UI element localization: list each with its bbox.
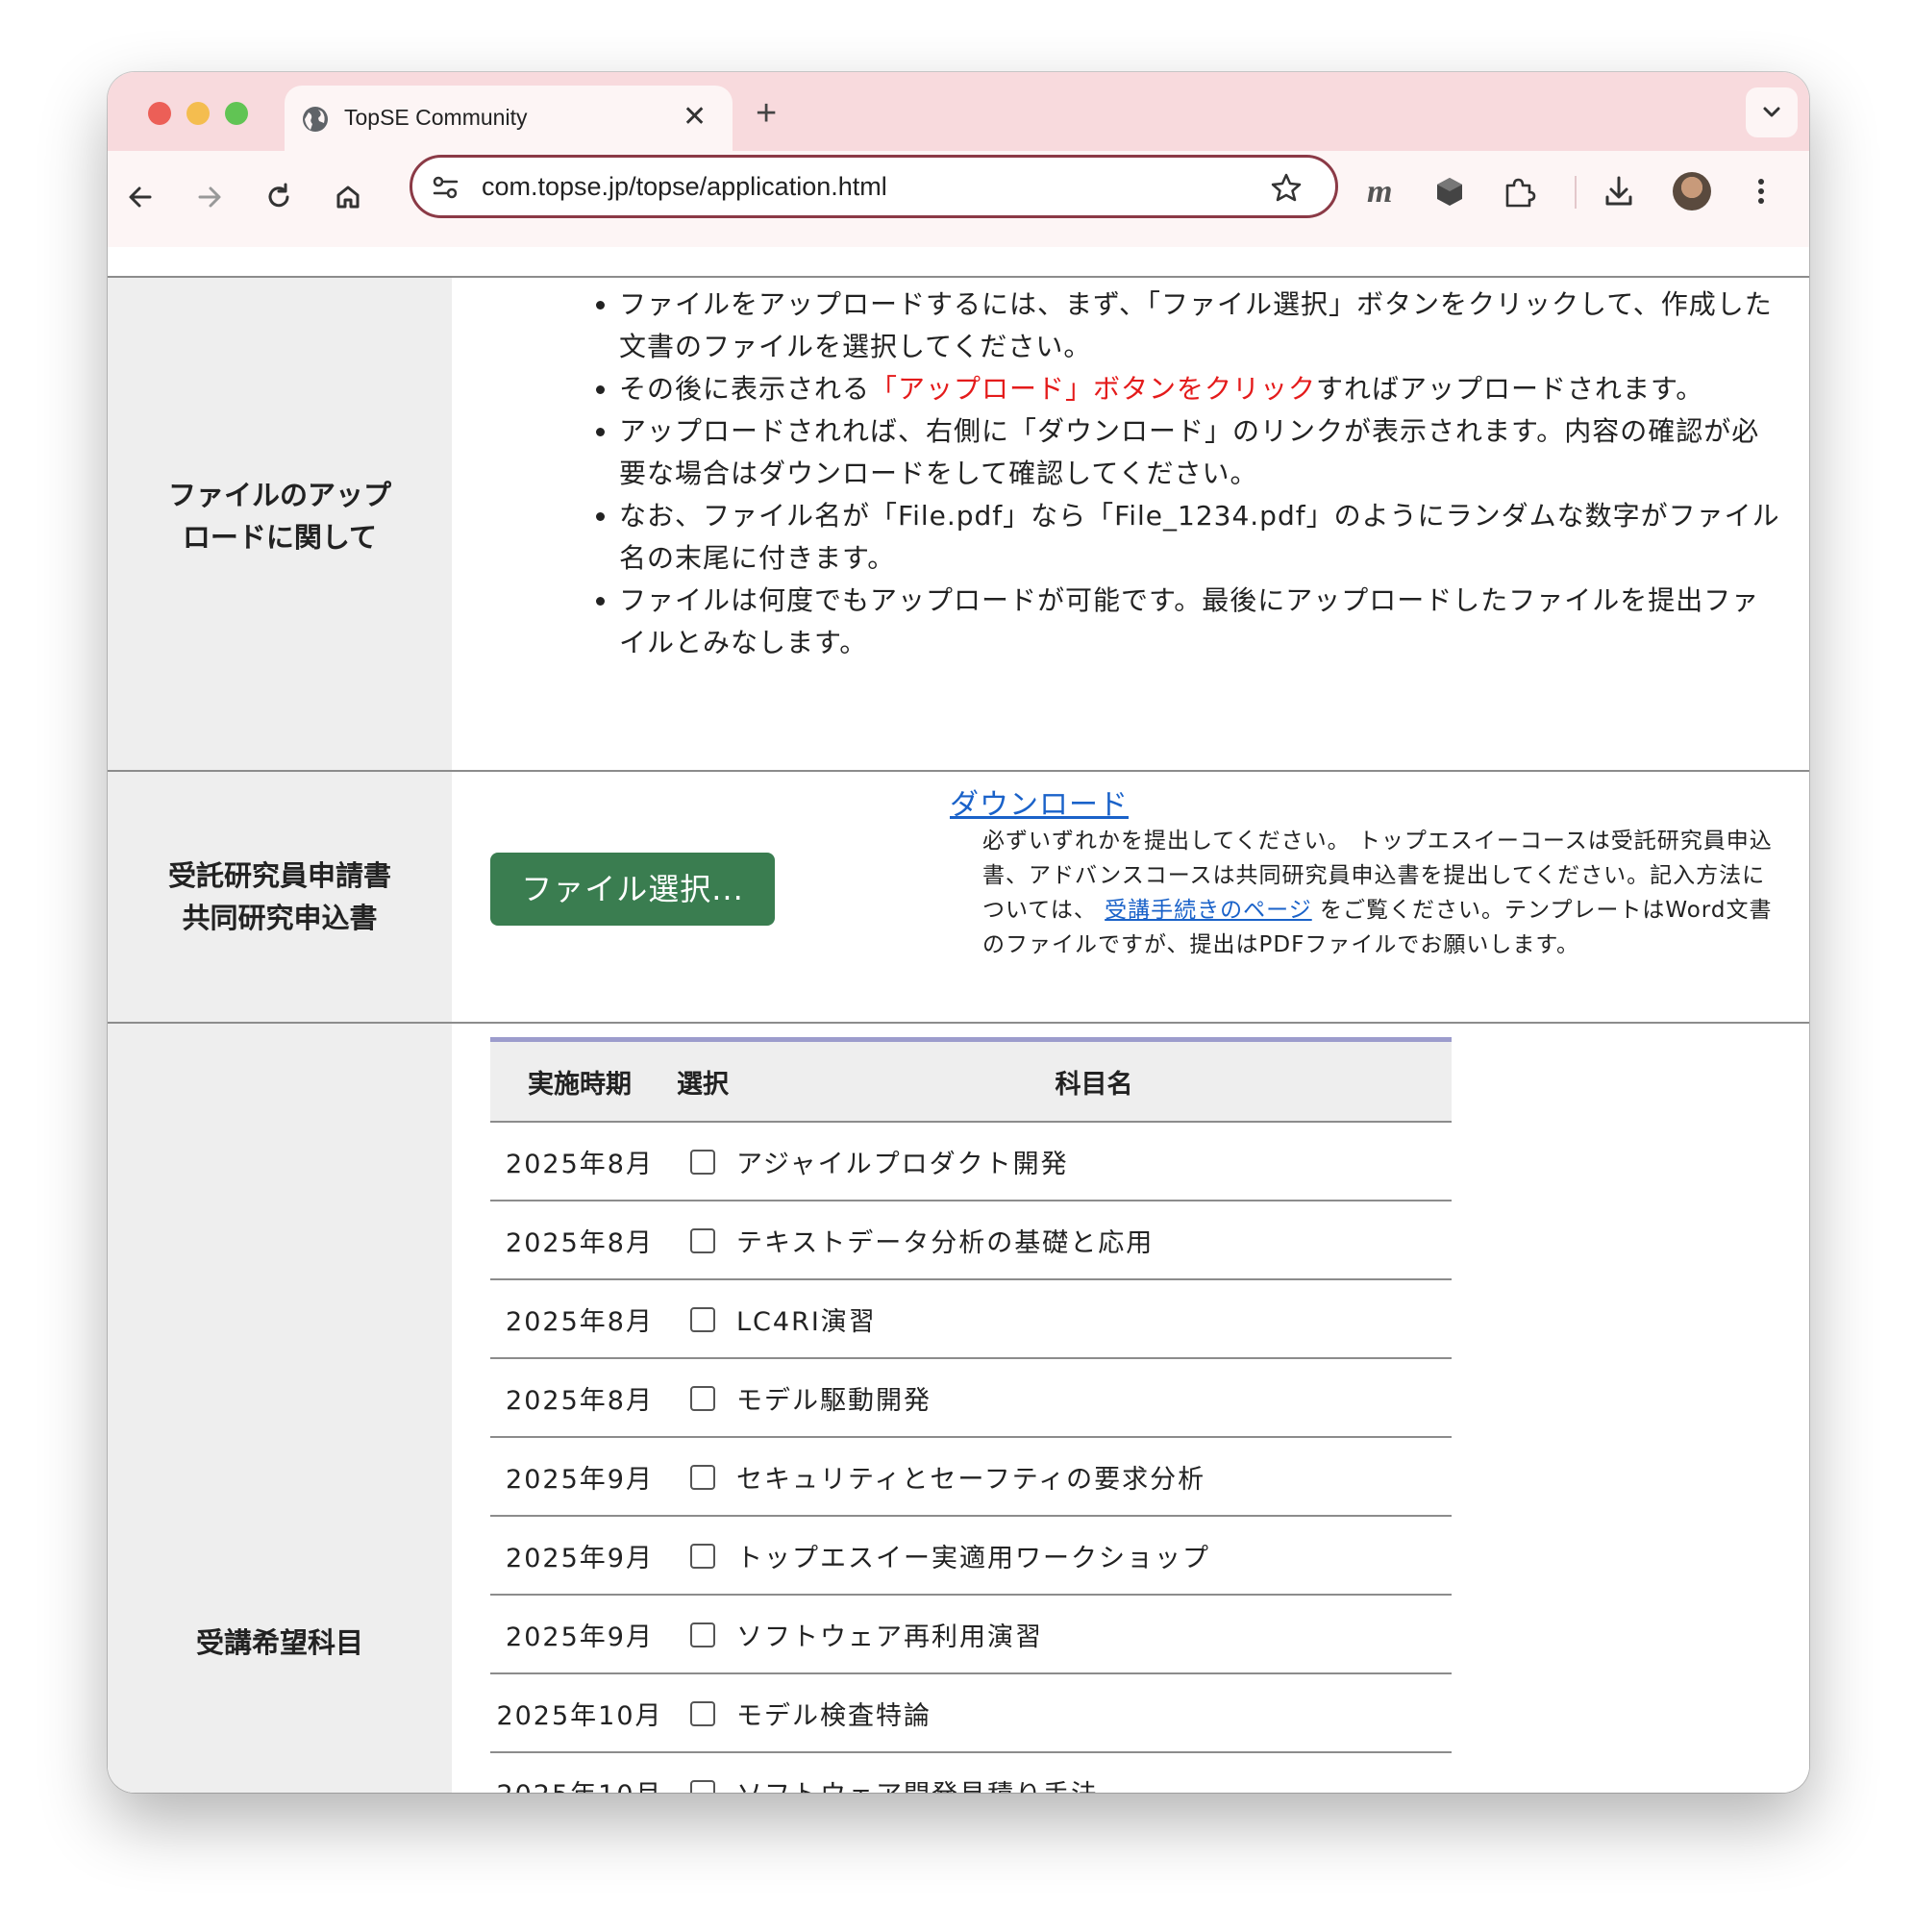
tab-topse-community[interactable]: TopSE Community ✕: [285, 86, 733, 155]
course-period: 2025年8月: [490, 1121, 669, 1201]
close-window-button[interactable]: [148, 102, 171, 125]
course-checkbox[interactable]: [690, 1780, 715, 1793]
file-select-button[interactable]: ファイル選択...: [490, 853, 775, 926]
course-period: 2025年9月: [490, 1436, 669, 1516]
note-item: その後に表示される「アップロード」ボタンをクリックすればアップロードされます。: [619, 368, 1782, 410]
course-name: モデル駆動開発: [736, 1357, 1452, 1437]
course-name: テキストデータ分析の基礎と応用: [736, 1200, 1452, 1279]
upload-label-line2: ロードに関して: [182, 521, 378, 554]
reload-icon[interactable]: [260, 178, 298, 216]
page-content: ファイルのアップ ロードに関して ファイルをアップロードするには、まず、「ファイ…: [108, 247, 1809, 1793]
note-text: すればアップロードされます。: [1316, 373, 1704, 405]
course-name: ソフトウェア開発見積り手法: [736, 1751, 1452, 1793]
more-menu-icon[interactable]: [1750, 172, 1773, 211]
note-highlight: 「アップロード」ボタンをクリック: [870, 373, 1317, 405]
application-label-line2: 共同研究申込書: [182, 902, 378, 934]
tab-search-button[interactable]: [1746, 87, 1798, 137]
toolbar-separator: [1575, 176, 1577, 209]
course-name: トップエスイー実適用ワークショップ: [736, 1515, 1452, 1595]
course-checkbox[interactable]: [690, 1622, 715, 1647]
course-checkbox[interactable]: [690, 1544, 715, 1569]
home-icon[interactable]: [329, 178, 367, 216]
new-tab-button[interactable]: +: [756, 95, 777, 132]
course-checkbox[interactable]: [690, 1150, 715, 1175]
extensions-puzzle-icon[interactable]: [1500, 172, 1538, 211]
upload-section-label: ファイルのアップ ロードに関して: [108, 474, 452, 558]
note-item: アップロードされれば、右側に「ダウンロード」のリンクが表示されます。内容の確認が…: [619, 410, 1782, 495]
course-checkbox[interactable]: [690, 1386, 715, 1411]
table-row: 2025年8月 アジャイルプロダクト開発: [490, 1121, 1452, 1201]
chevron-down-icon: [1763, 107, 1780, 117]
course-period: 2025年9月: [490, 1515, 669, 1595]
header-course-name: 科目名: [1055, 1069, 1133, 1100]
courses-section-label: 受講希望科目: [195, 1626, 363, 1659]
site-settings-icon[interactable]: [430, 171, 462, 204]
course-name: ソフトウェア再利用演習: [736, 1594, 1452, 1673]
browser-window: TopSE Community ✕ + com.topse.jp/topse/a…: [108, 72, 1809, 1793]
note-item: ファイルは何度でもアップロードが可能です。最後にアップロードしたファイルを提出フ…: [619, 580, 1782, 664]
application-section-label: 受託研究員申請書 共同研究申込書: [108, 855, 452, 939]
table-row: 2025年8月 LC4RI演習: [490, 1278, 1452, 1358]
tab-strip: TopSE Community ✕ +: [108, 72, 1809, 155]
table-row: 2025年8月 モデル駆動開発: [490, 1357, 1452, 1437]
table-row: 2025年9月 ソフトウェア再利用演習: [490, 1594, 1452, 1673]
table-row: 2025年8月 テキストデータ分析の基礎と応用: [490, 1200, 1452, 1279]
maximize-window-button[interactable]: [225, 102, 248, 125]
table-header-row: 実施時期 選択 科目名: [490, 1039, 1452, 1122]
course-name: セキュリティとセーフティの要求分析: [736, 1436, 1452, 1516]
header-period: 実施時期: [528, 1069, 632, 1100]
bookmark-star-icon[interactable]: [1270, 171, 1303, 204]
course-period: 2025年8月: [490, 1357, 669, 1437]
download-link[interactable]: ダウンロード: [950, 780, 1129, 823]
extension-cube-icon[interactable]: [1430, 172, 1469, 211]
courses-table: 実施時期 選択 科目名 2025年8月 アジャイルプロダクト開発 2025年8月テ…: [490, 1037, 1452, 1793]
course-checkbox[interactable]: [690, 1701, 715, 1726]
close-tab-icon[interactable]: ✕: [683, 103, 707, 132]
course-period: 2025年8月: [490, 1278, 669, 1358]
table-row: 2025年9月 セキュリティとセーフティの要求分析: [490, 1436, 1452, 1516]
table-row: 2025年9月 トップエスイー実適用ワークショップ: [490, 1515, 1452, 1595]
table-row: 2025年10月 モデル検査特論: [490, 1672, 1452, 1752]
profile-avatar[interactable]: [1673, 172, 1711, 211]
course-name: アジャイルプロダクト開発: [736, 1121, 1452, 1201]
course-checkbox[interactable]: [690, 1465, 715, 1490]
course-checkbox[interactable]: [690, 1228, 715, 1253]
back-icon[interactable]: [121, 178, 160, 216]
header-select: 選択: [677, 1069, 729, 1100]
tab-title: TopSE Community: [344, 105, 528, 130]
course-period: 2025年10月: [490, 1751, 669, 1793]
extension-m-icon[interactable]: m: [1367, 174, 1392, 211]
course-name: モデル検査特論: [736, 1672, 1452, 1752]
procedure-page-link[interactable]: 受講手続きのページ: [1105, 898, 1312, 923]
application-label-line1: 受託研究員申請書: [167, 859, 391, 892]
table-row: 2025年10月 ソフトウェア開発見積り手法: [490, 1751, 1452, 1793]
courses-label-cell: [108, 1024, 452, 1793]
course-period: 2025年8月: [490, 1200, 669, 1279]
note-item: なお、ファイル名が「File.pdf」なら「File_1234.pdf」のように…: [619, 495, 1782, 580]
url-text[interactable]: com.topse.jp/topse/application.html: [482, 172, 887, 202]
download-icon[interactable]: [1600, 172, 1638, 211]
application-description: 必ずいずれかを提出してください。 トップエスイーコースは受託研究員申込書、アドバ…: [982, 824, 1776, 962]
course-checkbox[interactable]: [690, 1307, 715, 1332]
minimize-window-button[interactable]: [186, 102, 210, 125]
upload-label-line1: ファイルのアップ: [167, 479, 391, 511]
course-period: 2025年10月: [490, 1672, 669, 1752]
course-period: 2025年9月: [490, 1594, 669, 1673]
note-item: ファイルをアップロードするには、まず、「ファイル選択」ボタンをクリックして、作成…: [619, 284, 1782, 368]
address-bar[interactable]: com.topse.jp/topse/application.html: [410, 155, 1338, 218]
globe-icon: [303, 107, 328, 132]
course-name: LC4RI演習: [736, 1278, 1452, 1358]
forward-icon[interactable]: [190, 178, 229, 216]
upload-notes-list: ファイルをアップロードするには、まず、「ファイル選択」ボタンをクリックして、作成…: [598, 284, 1782, 664]
note-text: その後に表示される: [619, 373, 871, 405]
